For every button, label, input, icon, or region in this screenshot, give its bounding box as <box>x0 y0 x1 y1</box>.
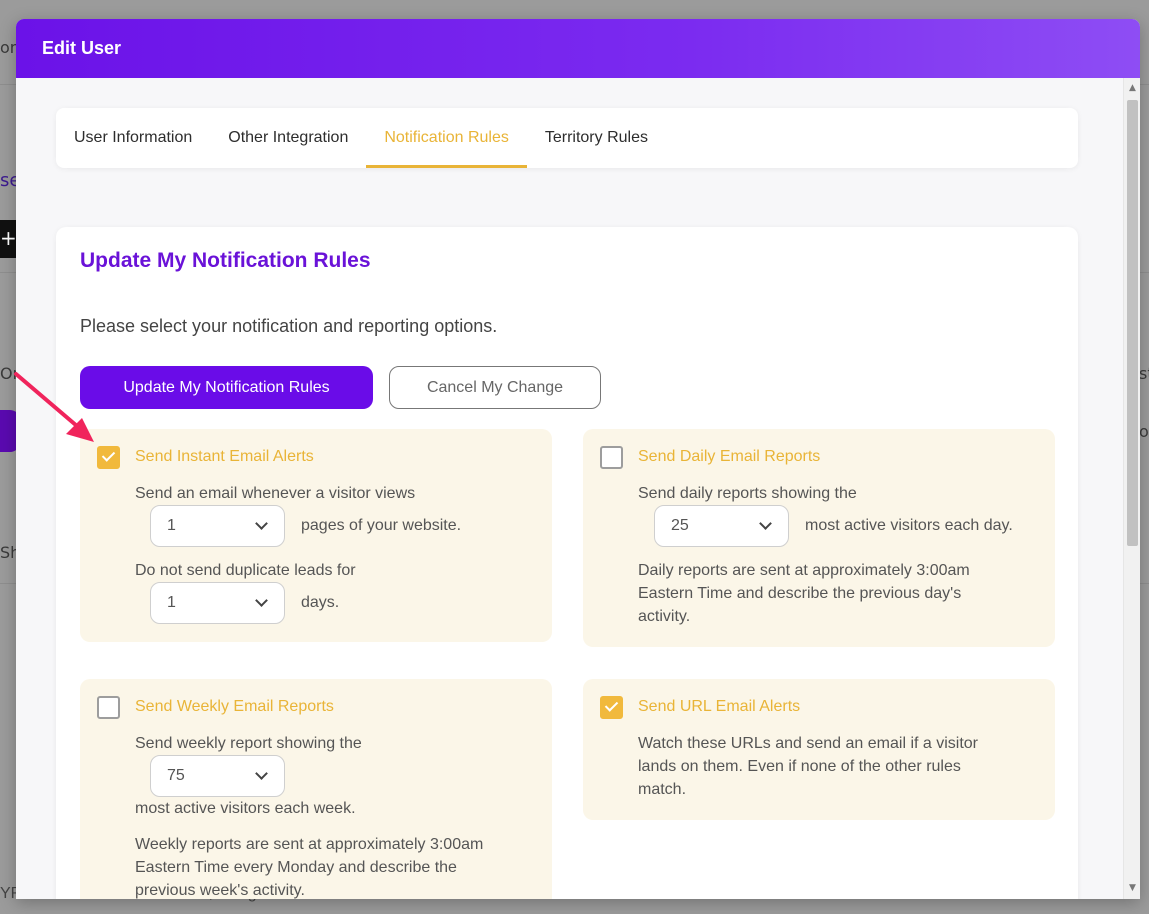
instant-alerts-description: Send an email whenever a visitor views <box>135 485 416 502</box>
background-column-header: st <box>1139 364 1149 383</box>
url-alerts-panel: Send URL Email Alerts Watch these URLs a… <box>583 679 1055 820</box>
url-alerts-description-line: match. <box>638 781 687 798</box>
scroll-down-arrow-icon[interactable]: ▼ <box>1124 880 1140 897</box>
modal-title: Edit User <box>42 38 122 58</box>
cancel-change-button[interactable]: Cancel My Change <box>389 366 601 409</box>
tab-territory-rules[interactable]: Territory Rules <box>527 108 666 168</box>
daily-reports-panel: Send Daily Email Reports Send daily repo… <box>583 429 1055 647</box>
tab-label: User Information <box>74 129 193 146</box>
pages-suffix: pages of your website. <box>301 517 462 534</box>
days-select[interactable]: 1 <box>150 582 285 624</box>
modal-scrollbar[interactable]: ▲ ▼ <box>1123 78 1140 899</box>
chevron-down-icon <box>255 517 268 530</box>
instant-alerts-panel: Send Instant Email Alerts Send an email … <box>80 429 552 642</box>
notification-rules-card: Update My Notification Rules Please sele… <box>56 227 1078 899</box>
weekly-reports-title: Send Weekly Email Reports <box>135 698 334 715</box>
background-text-fragment: ol <box>1139 422 1149 441</box>
weekly-reports-note-line: Weekly reports are sent at approximately… <box>135 836 484 853</box>
tab-user-information[interactable]: User Information <box>74 108 210 168</box>
annotation-arrow-icon <box>14 372 94 442</box>
chevron-down-icon <box>255 594 268 607</box>
daily-count-suffix: most active visitors each day. <box>805 517 1013 534</box>
url-alerts-description-line: Watch these URLs and send an email if a … <box>638 735 979 752</box>
update-rules-button[interactable]: Update My Notification Rules <box>80 366 373 409</box>
instructions-text: Please select your notification and repo… <box>80 316 498 336</box>
url-alerts-title: Send URL Email Alerts <box>638 698 801 715</box>
days-select-value: 1 <box>167 594 176 611</box>
tab-label: Territory Rules <box>544 129 648 146</box>
daily-reports-description: Send daily reports showing the <box>638 485 857 502</box>
weekly-reports-panel: Send Weekly Email Reports Send weekly re… <box>80 679 552 899</box>
scroll-up-arrow-icon[interactable]: ▲ <box>1124 80 1140 97</box>
scrollbar-thumb[interactable] <box>1127 100 1138 546</box>
daily-count-select[interactable]: 25 <box>654 505 789 547</box>
instant-alerts-title: Send Instant Email Alerts <box>135 448 314 465</box>
daily-reports-note-line: activity. <box>638 608 691 625</box>
chevron-down-icon <box>255 767 268 780</box>
weekly-count-suffix: most active visitors each week. <box>135 800 356 817</box>
modal-body: User Information Other Integration Notif… <box>16 78 1123 899</box>
url-alerts-description-line: lands on them. Even if none of the other… <box>638 758 961 775</box>
modal-header: Edit User <box>16 19 1140 78</box>
daily-reports-note-line: Eastern Time and describe the previous d… <box>638 585 962 602</box>
tab-other-integration[interactable]: Other Integration <box>210 108 366 168</box>
weekly-reports-note-line: previous week's activity. <box>135 882 305 899</box>
days-suffix: days. <box>301 594 340 611</box>
pages-select[interactable]: 1 <box>150 505 285 547</box>
tab-bar: User Information Other Integration Notif… <box>56 108 1078 168</box>
chevron-down-icon <box>759 517 772 530</box>
daily-reports-note-line: Daily reports are sent at approximately … <box>638 562 970 579</box>
tab-label: Other Integration <box>228 129 349 146</box>
tab-label: Notification Rules <box>384 129 509 146</box>
weekly-count-select[interactable]: 75 <box>150 755 285 797</box>
background-add-button: + <box>0 220 17 258</box>
section-title: Update My Notification Rules <box>80 249 371 272</box>
tab-notification-rules[interactable]: Notification Rules <box>366 108 527 168</box>
weekly-count-value: 75 <box>167 767 185 784</box>
duplicate-leads-label: Do not send duplicate leads for <box>135 562 356 579</box>
weekly-reports-note-line: Eastern Time every Monday and describe t… <box>135 859 457 876</box>
pages-select-value: 1 <box>167 517 176 534</box>
check-icon <box>604 698 619 712</box>
weekly-reports-description: Send weekly report showing the <box>135 735 362 752</box>
daily-count-value: 25 <box>671 517 689 534</box>
url-alerts-checkbox[interactable] <box>600 696 623 719</box>
daily-reports-checkbox[interactable] <box>600 446 623 469</box>
daily-reports-title: Send Daily Email Reports <box>638 448 821 465</box>
edit-user-modal: Edit User User Information Other Integra… <box>16 19 1140 899</box>
weekly-reports-checkbox[interactable] <box>97 696 120 719</box>
